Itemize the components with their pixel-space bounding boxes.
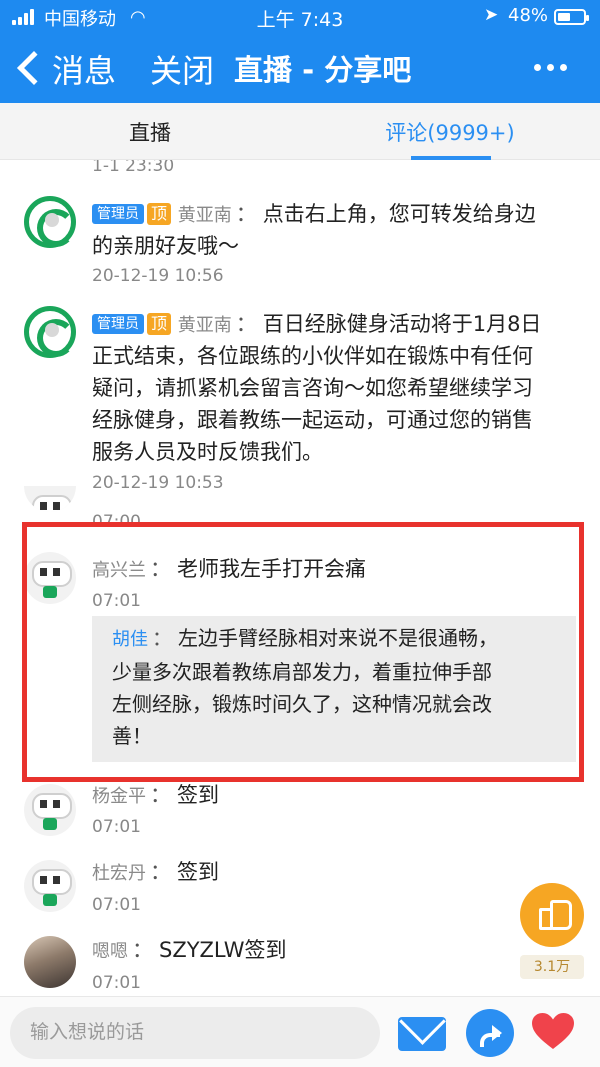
close-button[interactable]: 关闭 — [150, 46, 214, 92]
tab-live[interactable]: 直播 — [0, 117, 300, 147]
avatar[interactable] — [24, 860, 76, 912]
back-button[interactable]: 消息 — [52, 46, 116, 92]
avatar[interactable] — [24, 306, 76, 358]
comment-time: 1-1 23:30 — [92, 160, 175, 176]
comment-text: 杜宏丹：签到 — [92, 860, 219, 884]
comment-text: 嗯嗯： SZYZLW签到 — [92, 938, 287, 962]
comment-body: 签到 — [177, 783, 219, 807]
comment-body-line: 服务人员及时反馈我们。 — [92, 440, 323, 464]
tab-comments[interactable]: 评论(9999+) — [300, 117, 600, 147]
tab-bar: 直播 评论(9999+) — [0, 103, 600, 160]
comment-username[interactable]: 杨金平 — [92, 786, 146, 807]
comment-time: 07:01 — [92, 817, 141, 837]
page-title: 直播 - 分享吧 — [234, 53, 412, 87]
avatar[interactable] — [24, 784, 76, 836]
message-icon[interactable] — [398, 1017, 446, 1051]
comment-time: 07:01 — [92, 973, 141, 993]
comment-username[interactable]: 嗯嗯 — [92, 941, 128, 962]
avatar[interactable] — [24, 196, 76, 248]
location-arrow-icon: ➤ — [484, 5, 499, 25]
battery-level — [558, 13, 570, 21]
comment-feed[interactable]: 1-1 23:30 管理员顶 黄亚南：点击右上角，您可转发给身边 的亲朋好友哦～… — [0, 160, 600, 996]
comment-time: 20-12-19 10:53 — [92, 473, 224, 493]
back-chevron-icon[interactable] — [17, 51, 51, 85]
comment-username[interactable]: 杜宏丹 — [92, 863, 146, 884]
comment-input[interactable] — [10, 1007, 380, 1059]
heart-icon[interactable] — [530, 1011, 576, 1051]
comment-body-line: 疑问，请抓紧机会留言咨询～如您希望继续学习 — [92, 376, 533, 400]
highlight-annotation — [22, 522, 584, 782]
comment-username[interactable]: 黄亚南 — [178, 205, 232, 226]
comment-body: 点击右上角，您可转发给身边 — [262, 202, 536, 226]
comment-body: SZYZLW签到 — [159, 938, 287, 962]
avatar[interactable] — [24, 936, 76, 988]
comment-text: 管理员顶 黄亚南：百日经脉健身活动将于1月8日 — [92, 308, 541, 342]
comment-body: 签到 — [177, 860, 219, 884]
like-count: 3.1万 — [520, 955, 584, 979]
comment-time: 07:01 — [92, 895, 141, 915]
comment-body-line: 经脉健身，跟着教练一起运动，可通过您的销售 — [92, 408, 533, 432]
bottom-bar — [0, 996, 600, 1067]
comment-text: 管理员顶 黄亚南：点击右上角，您可转发给身边 — [92, 198, 536, 232]
avatar[interactable] — [24, 486, 76, 512]
comment-text: 杨金平：签到 — [92, 783, 219, 807]
comment-time: 20-12-19 10:56 — [92, 266, 224, 286]
comment-body-line: 正式结束，各位跟练的小伙伴如在锻炼中有任何 — [92, 344, 533, 368]
like-button[interactable] — [520, 883, 584, 947]
admin-badge: 管理员 — [92, 314, 144, 334]
admin-badge: 管理员 — [92, 204, 144, 224]
pinned-badge: 顶 — [147, 203, 172, 225]
pinned-badge: 顶 — [147, 313, 172, 335]
nav-bar: 消息 关闭 直播 - 分享吧 — [0, 34, 600, 103]
top-header: 中国移动 ◠ 上午 7:43 ➤ 48% 消息 关闭 直播 - 分享吧 — [0, 0, 600, 103]
more-options-icon[interactable] — [534, 64, 568, 72]
status-bar: 中国移动 ◠ 上午 7:43 ➤ 48% — [0, 0, 600, 34]
comment-body-line: 的亲朋好友哦～ — [92, 234, 239, 258]
comment-username[interactable]: 黄亚南 — [178, 315, 232, 336]
comment-body: 百日经脉健身活动将于1月8日 — [262, 312, 542, 336]
share-icon[interactable] — [466, 1009, 514, 1057]
battery-icon — [554, 9, 589, 25]
battery-percent: 48% — [508, 5, 549, 26]
